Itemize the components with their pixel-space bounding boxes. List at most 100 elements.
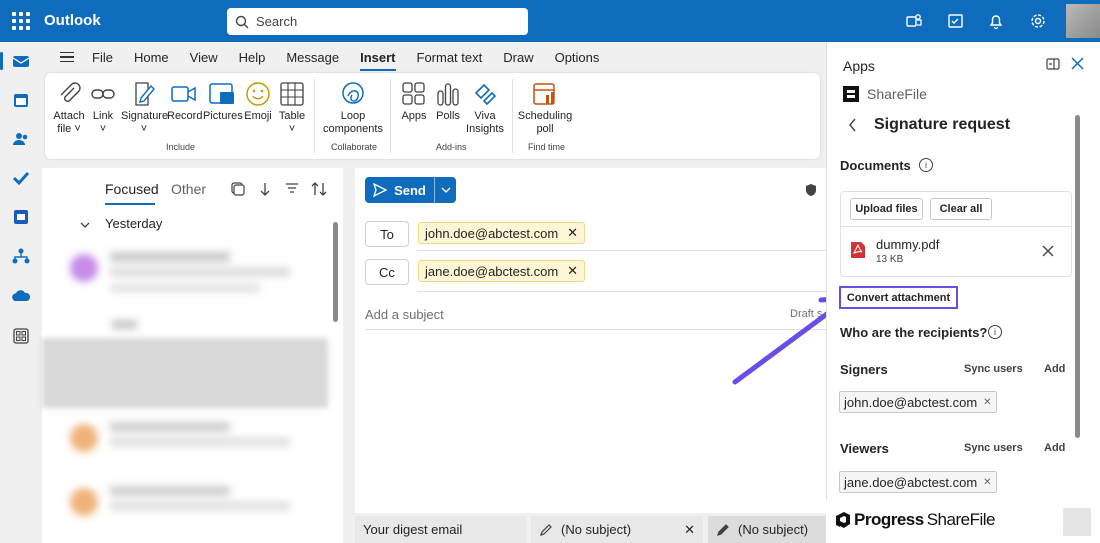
- tab-insert[interactable]: Insert: [360, 50, 396, 71]
- search-icon: [235, 15, 249, 28]
- signers-add-button[interactable]: Add: [1044, 363, 1065, 375]
- tab-help[interactable]: Help: [239, 50, 266, 65]
- signers-sync-users-button[interactable]: Sync users: [964, 363, 1023, 375]
- onedrive-icon[interactable]: [10, 285, 32, 307]
- recipient-chip-cc[interactable]: jane.doe@abctest.com ✕: [418, 260, 586, 282]
- upload-files-button[interactable]: Upload files: [850, 198, 923, 220]
- panel-footer-button[interactable]: [1063, 508, 1091, 536]
- scheduling-poll-button[interactable]: Scheduling poll: [517, 79, 573, 136]
- tab-focused-underline: [105, 203, 155, 205]
- bell-icon[interactable]: [986, 11, 1006, 31]
- bottom-tab-digest[interactable]: Your digest email: [355, 516, 526, 543]
- filter-icon[interactable]: [285, 182, 299, 197]
- avatar[interactable]: [1066, 4, 1100, 38]
- file-size: 13 KB: [876, 254, 904, 265]
- viewer-chip[interactable]: jane.doe@abctest.com ✕: [839, 471, 997, 493]
- remove-viewer-icon[interactable]: ✕: [983, 477, 991, 488]
- remove-recipient-icon[interactable]: ✕: [567, 225, 578, 241]
- recipient-chip-to[interactable]: john.doe@abctest.com ✕: [418, 222, 586, 244]
- search-box[interactable]: Search: [227, 8, 528, 35]
- group-label-include: Include: [166, 142, 196, 152]
- viewers-heading: Viewers: [840, 441, 889, 456]
- list-item: [52, 318, 322, 334]
- panel-scrollbar[interactable]: [1075, 115, 1080, 438]
- pictures-button[interactable]: Pictures: [203, 79, 243, 123]
- picture-icon: [209, 83, 234, 104]
- close-panel-icon[interactable]: [1071, 57, 1084, 73]
- info-icon[interactable]: i: [988, 325, 1002, 339]
- convert-attachment-button[interactable]: Convert attachment: [839, 286, 958, 309]
- ribbon-divider: [512, 79, 513, 153]
- back-chevron-icon[interactable]: [848, 118, 858, 135]
- polls-button[interactable]: Polls: [433, 79, 463, 123]
- gear-icon[interactable]: [1028, 11, 1048, 31]
- app-launcher-icon[interactable]: [12, 12, 30, 30]
- apps-button[interactable]: Apps: [399, 79, 429, 123]
- remove-file-icon[interactable]: [1042, 245, 1054, 260]
- todo-icon[interactable]: [10, 167, 32, 189]
- mail-icon[interactable]: [10, 50, 32, 72]
- list-item[interactable]: [52, 248, 322, 308]
- viewers-add-button[interactable]: Add: [1044, 442, 1065, 454]
- documents-heading: Documents: [840, 158, 911, 173]
- attach-file-button[interactable]: Attach file ˅: [51, 79, 87, 136]
- teams-icon[interactable]: [904, 11, 924, 31]
- word-icon[interactable]: [10, 206, 32, 228]
- sensitivity-shield-icon[interactable]: [805, 183, 817, 200]
- tab-other[interactable]: Other: [171, 181, 206, 197]
- video-camera-icon: [171, 86, 196, 102]
- list-item-selected[interactable]: [42, 338, 328, 408]
- list-scrollbar[interactable]: [333, 222, 338, 322]
- close-icon[interactable]: ✕: [684, 522, 695, 538]
- hamburger-icon[interactable]: [60, 49, 74, 66]
- cc-button[interactable]: Cc: [365, 259, 409, 285]
- calendar-icon[interactable]: [10, 89, 32, 111]
- send-icon: [373, 183, 388, 197]
- tab-format-text[interactable]: Format text: [417, 50, 483, 65]
- send-button[interactable]: Send: [365, 177, 456, 203]
- viva-insights-button[interactable]: Viva Insights: [465, 79, 505, 136]
- my-day-icon[interactable]: [946, 11, 966, 31]
- app-title[interactable]: Outlook: [44, 12, 101, 29]
- tab-message[interactable]: Message: [286, 50, 339, 65]
- table-button[interactable]: Table ˅: [277, 79, 307, 136]
- send-options-chevron-icon[interactable]: [435, 186, 456, 194]
- rail-selection-indicator: [0, 52, 3, 70]
- bottom-tab-draft-2[interactable]: (No subject): [708, 516, 826, 543]
- emoji-button[interactable]: Emoji: [243, 79, 273, 123]
- signature-button[interactable]: Signature ˅: [121, 79, 168, 136]
- tab-draw[interactable]: Draw: [503, 50, 533, 65]
- remove-recipient-icon[interactable]: ✕: [567, 263, 578, 279]
- bottom-tab-draft-1[interactable]: (No subject) ✕: [531, 516, 703, 543]
- people-icon[interactable]: [10, 128, 32, 150]
- pencil-icon: [540, 523, 552, 536]
- sort-icon[interactable]: [311, 181, 327, 200]
- tab-options[interactable]: Options: [555, 50, 600, 65]
- subject-input[interactable]: Add a subject: [365, 307, 444, 322]
- link-icon: [91, 89, 115, 99]
- jump-to-icon[interactable]: [259, 181, 271, 200]
- file-name: dummy.pdf: [876, 237, 940, 252]
- list-item[interactable]: [52, 482, 322, 537]
- list-item[interactable]: [52, 418, 322, 478]
- chevron-down-icon[interactable]: [79, 218, 91, 233]
- link-button[interactable]: Link ˅: [89, 79, 117, 136]
- loop-icon: [342, 82, 364, 104]
- record-button[interactable]: Record: [167, 79, 202, 123]
- org-chart-icon[interactable]: [10, 245, 32, 267]
- clear-all-button[interactable]: Clear all: [930, 198, 992, 220]
- remove-signer-icon[interactable]: ✕: [983, 397, 991, 408]
- more-apps-icon[interactable]: [10, 325, 32, 347]
- tab-home[interactable]: Home: [134, 50, 169, 65]
- info-icon[interactable]: i: [919, 158, 933, 172]
- loop-components-button[interactable]: Loop components: [321, 79, 385, 136]
- signer-chip[interactable]: john.doe@abctest.com ✕: [839, 391, 997, 413]
- to-button[interactable]: To: [365, 221, 409, 247]
- tab-focused[interactable]: Focused: [105, 181, 159, 197]
- search-placeholder: Search: [256, 14, 298, 29]
- select-icon[interactable]: [231, 182, 245, 199]
- viewers-sync-users-button[interactable]: Sync users: [964, 442, 1023, 454]
- pin-pane-icon[interactable]: [1046, 58, 1060, 73]
- tab-file[interactable]: File: [92, 50, 113, 65]
- tab-view[interactable]: View: [190, 50, 218, 65]
